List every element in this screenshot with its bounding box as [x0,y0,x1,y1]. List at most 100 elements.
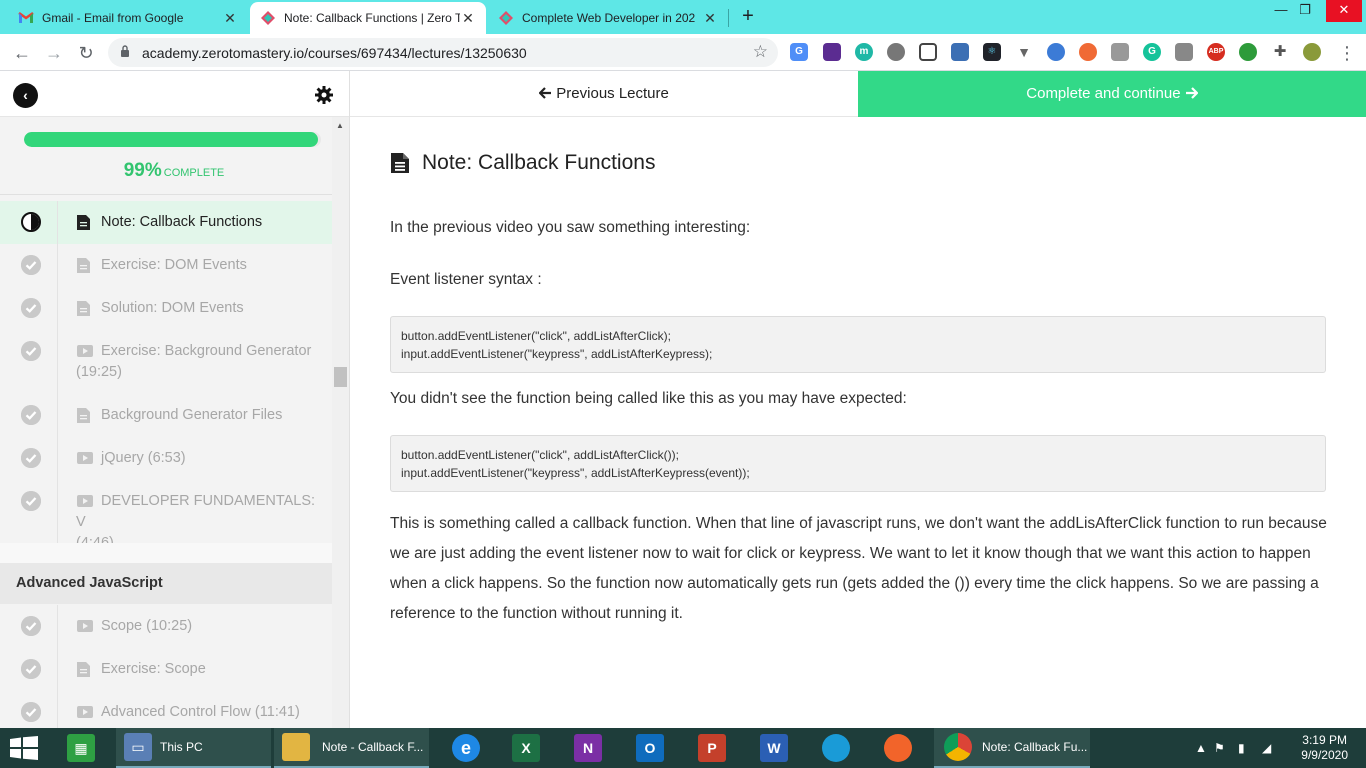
adblock-plus-icon[interactable]: ABP [1207,43,1225,61]
lecture-navigation: Previous Lecture Complete and continue [350,71,1366,117]
forward-button[interactable]: → [42,41,66,65]
minimize-button[interactable]: — [1268,0,1294,22]
lecture-title-text: Background Generator Files [101,407,283,423]
taskbar-clock[interactable]: 3:19 PM 9/9/2020 [1301,733,1348,763]
globe-extension-icon[interactable] [1239,43,1257,61]
complete-and-continue-button[interactable]: Complete and continue [858,71,1366,117]
lecture-title: Background Generator Files [76,405,316,426]
page-title: Note: Callback Functions [422,151,656,174]
lecture-title-text: Exercise: Scope [101,661,206,677]
code-line: button.addEventListener("click", addList… [401,329,671,343]
outlook-icon: O [636,734,664,762]
reload-button[interactable]: ↻ [74,41,98,65]
chrome-icon [944,733,972,761]
address-bar[interactable]: academy.zerotomastery.io/courses/697434/… [108,38,778,67]
vue-devtools-icon[interactable]: ▼ [1015,43,1033,61]
close-tab-icon[interactable]: ✕ [702,10,718,27]
lecture-item[interactable]: Solution: DOM Events [0,287,332,330]
sidebar-scrollbar[interactable]: ▲ [332,117,349,728]
syntax-label: Event listener syntax : [390,271,542,288]
url-text[interactable]: academy.zerotomastery.io/courses/697434/… [142,45,527,61]
tab-gmail[interactable]: Gmail - Email from Google ✕ [8,2,248,34]
gear-icon[interactable] [314,85,334,105]
taskbar-powerpoint[interactable]: P [694,728,730,768]
o-extension-icon[interactable] [1047,43,1065,61]
maximize-button[interactable]: ❐ [1292,0,1318,22]
taskbar-file-explorer[interactable]: Note - Callback F... [274,728,429,768]
lecture-item[interactable]: Exercise: Background Generator (19:25) [0,330,332,394]
taskbar-outlook[interactable]: O [632,728,668,768]
taskbar-internet-explorer[interactable]: e [448,728,484,768]
lecture-item[interactable]: jQuery (6:53) [0,437,332,480]
code-block: button.addEventListener("click", addList… [390,316,1326,373]
taskbar-this-pc[interactable]: ▭ This PC [116,728,271,768]
lecture-item[interactable]: Background Generator Files [0,394,332,437]
camera-extension-icon[interactable] [1175,43,1193,61]
back-button[interactable]: ← [10,41,34,65]
previous-lecture-button[interactable]: Previous Lecture [350,71,858,117]
new-tab-button[interactable]: + [737,5,759,27]
lecture-item[interactable]: Advanced Control Flow (11:41) [0,691,332,728]
windows-start-icon[interactable] [10,736,38,760]
divider [57,648,58,691]
back-to-course-button[interactable]: ‹ [13,83,38,108]
react-devtools-icon[interactable]: ⚛ [983,43,1001,61]
taskbar-app-store[interactable]: ▦ [64,728,98,768]
lock-icon[interactable] [120,45,130,57]
browser-tab-bar: Gmail - Email from Google ✕ Note: Callba… [0,0,1366,34]
lecture-title-text: Note: Callback Functions [101,214,263,230]
section-title: Advanced JavaScript [0,563,332,604]
close-tab-icon[interactable]: ✕ [222,10,238,27]
share-extension-icon[interactable] [1079,43,1097,61]
scroll-up-arrow-icon[interactable]: ▲ [336,121,344,130]
m-extension-icon[interactable]: m [855,43,873,61]
puzzle-small-extension-icon[interactable] [1111,43,1129,61]
lecture-item[interactable]: DEVELOPER FUNDAMENTALS: V(4:46) [0,480,332,551]
store-icon: ▦ [67,734,95,762]
taskbar-edge[interactable] [818,728,854,768]
settings-extension-icon[interactable] [887,43,905,61]
tray-network-icon[interactable]: ◢ [1262,741,1271,755]
grammarly-icon[interactable]: G [1143,43,1161,61]
bookmark-star-icon[interactable]: ☆ [753,42,768,62]
divider [57,201,58,244]
clock-time: 3:19 PM [1302,733,1347,747]
gmail-icon [18,10,34,26]
close-tab-icon[interactable]: ✕ [460,10,476,27]
tab-callback-functions[interactable]: Note: Callback Functions | Zero T ✕ [250,2,486,34]
taskbar-chrome[interactable]: Note: Callback Fu... [934,728,1090,768]
translate-extension-icon[interactable]: G [790,43,808,61]
scrollbar-thumb[interactable] [334,367,347,387]
school-extension-icon[interactable] [823,43,841,61]
taskbar-onenote[interactable]: N [570,728,606,768]
progress-bar-fill [24,132,319,147]
taskbar-excel[interactable]: X [508,728,544,768]
lecture-title: Advanced Control Flow (11:41) [76,702,316,723]
tab-complete-web-developer[interactable]: Complete Web Developer in 202 ✕ [488,2,728,34]
checkmark-circle-icon [21,298,41,318]
tab-label: Complete Web Developer in 202 [522,11,696,25]
taskbar-firefox[interactable] [880,728,916,768]
lecture-item[interactable]: Scope (10:25) [0,605,332,648]
lecture-title: Exercise: DOM Events [76,255,316,276]
download-extension-icon[interactable] [951,43,969,61]
browser-menu-icon[interactable]: ⋮ [1335,41,1359,65]
divider [57,480,58,544]
lecture-item[interactable]: Exercise: Scope [0,648,332,691]
tray-overflow-icon[interactable]: ▲ [1195,741,1207,755]
tray-battery-icon[interactable]: ▮ [1238,741,1245,755]
screenshot-extension-icon[interactable] [919,43,937,61]
checkmark-circle-icon [21,491,41,511]
divider [57,394,58,437]
checkmark-circle-icon [21,255,41,275]
arrow-right-icon [1185,85,1199,102]
divider [57,691,58,728]
lecture-title-text: DEVELOPER FUNDAMENTALS: V [76,493,316,530]
taskbar-word[interactable]: W [756,728,792,768]
lecture-item[interactable]: Exercise: DOM Events [0,244,332,287]
lecture-item[interactable]: Note: Callback Functions [0,201,332,244]
extensions-puzzle-icon[interactable]: ✚ [1271,43,1289,61]
tray-flag-icon[interactable]: ⚑ [1214,741,1225,755]
window-close-button[interactable]: ✕ [1326,0,1362,22]
profile-avatar[interactable] [1303,43,1321,61]
